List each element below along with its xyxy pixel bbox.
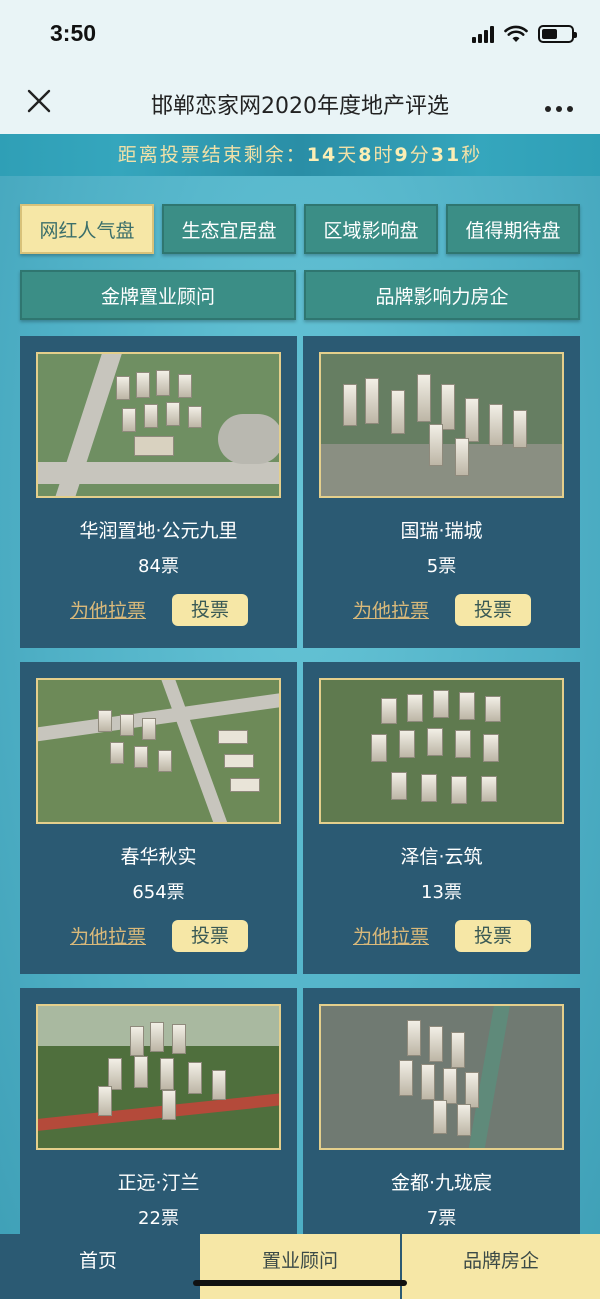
canvass-link[interactable]: 为他拉票: [70, 596, 146, 623]
vote-count: 654票: [132, 882, 185, 903]
battery-icon: [538, 25, 577, 43]
wifi-icon: [504, 25, 528, 42]
status-icons: [472, 25, 577, 43]
tab-brand-developer[interactable]: 品牌影响力房企: [304, 270, 580, 320]
home-indicator[interactable]: [193, 1280, 407, 1286]
tab-regional-influence[interactable]: 区域影响盘: [304, 204, 438, 254]
page-title: 邯郸恋家网2020年度地产评选: [151, 94, 449, 119]
project-image[interactable]: [36, 678, 281, 824]
bottom-tab-home[interactable]: 首页: [0, 1234, 196, 1299]
vote-count: 5票: [426, 556, 457, 577]
vote-button[interactable]: 投票: [172, 920, 248, 952]
more-icon[interactable]: [544, 86, 574, 121]
tab-internet-popular[interactable]: 网红人气盘: [20, 204, 154, 254]
tab-eco-livable[interactable]: 生态宜居盘: [162, 204, 296, 254]
countdown-minutes: 9: [394, 144, 410, 166]
countdown-hours: 8: [358, 144, 374, 166]
project-image[interactable]: [36, 352, 281, 498]
project-name: 金都·九珑宸: [390, 1172, 493, 1194]
nav-bar: 邯郸恋家网2020年度地产评选: [0, 72, 600, 134]
vote-count: 13票: [421, 882, 462, 903]
tab-worth-expecting[interactable]: 值得期待盘: [446, 204, 580, 254]
countdown-seconds: 31: [430, 144, 462, 166]
countdown-prefix: 距离投票结束剩余：: [117, 144, 307, 166]
countdown-banner: 距离投票结束剩余：14天8时9分31秒: [0, 134, 600, 176]
canvass-link[interactable]: 为他拉票: [353, 596, 429, 623]
signal-icon: [472, 25, 494, 43]
bottom-tab-bar: 首页 置业顾问 品牌房企: [0, 1234, 600, 1299]
vote-count: 22票: [138, 1208, 179, 1229]
countdown-days-unit: 天: [337, 144, 359, 166]
project-name: 春华秋实: [120, 846, 197, 868]
vote-button[interactable]: 投票: [172, 594, 248, 626]
project-card: 华润置地·公元九里 84票 为他拉票 投票: [20, 336, 297, 648]
vote-count: 84票: [138, 556, 179, 577]
bottom-tab-brand[interactable]: 品牌房企: [402, 1234, 600, 1299]
project-card: 春华秋实 654票 为他拉票 投票: [20, 662, 297, 974]
project-image[interactable]: [319, 352, 564, 498]
project-card: 泽信·云筑 13票 为他拉票 投票: [303, 662, 580, 974]
vote-button[interactable]: 投票: [455, 920, 531, 952]
canvass-link[interactable]: 为他拉票: [70, 922, 146, 949]
tab-gold-advisor[interactable]: 金牌置业顾问: [20, 270, 296, 320]
status-bar: 3:50: [0, 0, 600, 72]
vote-button[interactable]: 投票: [455, 594, 531, 626]
bottom-tab-advisor[interactable]: 置业顾问: [200, 1234, 400, 1299]
project-name: 正远·汀兰: [117, 1172, 200, 1194]
project-name: 泽信·云筑: [400, 846, 483, 868]
countdown-seconds-unit: 秒: [461, 144, 483, 166]
countdown-days: 14: [306, 144, 338, 166]
project-image[interactable]: [36, 1004, 281, 1150]
status-time: 3:50: [50, 20, 97, 46]
countdown-hours-unit: 时: [373, 144, 395, 166]
project-image[interactable]: [319, 1004, 564, 1150]
countdown-minutes-unit: 分: [409, 144, 431, 166]
canvass-link[interactable]: 为他拉票: [353, 922, 429, 949]
project-name: 华润置地·公元九里: [79, 520, 238, 542]
project-image[interactable]: [319, 678, 564, 824]
project-name: 国瑞·瑞城: [400, 520, 483, 542]
main-content: 网红人气盘 生态宜居盘 区域影响盘 值得期待盘 金牌置业顾问 品牌影响力房企 华…: [0, 176, 600, 1299]
project-card: 国瑞·瑞城 5票 为他拉票 投票: [303, 336, 580, 648]
vote-count: 7票: [426, 1208, 457, 1229]
